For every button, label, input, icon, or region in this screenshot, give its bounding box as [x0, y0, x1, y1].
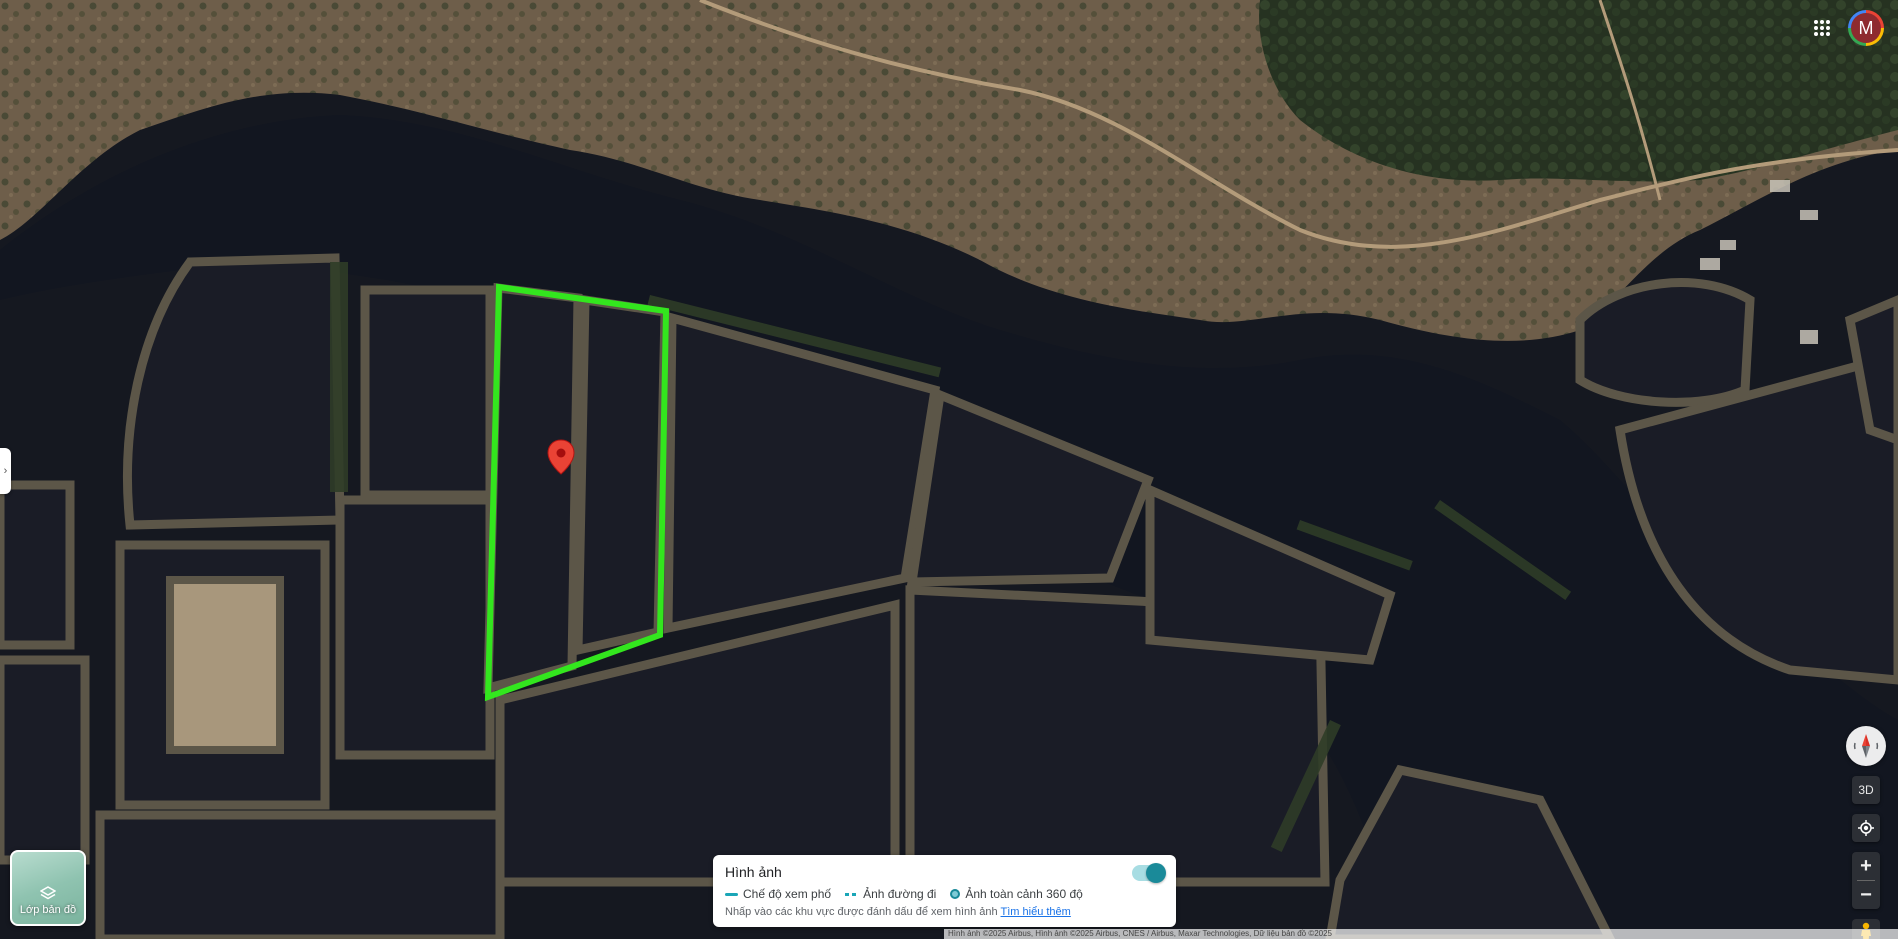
account-avatar[interactable]: M [1848, 10, 1884, 46]
legend-item-road-photos: Ảnh đường đi [845, 887, 936, 901]
map-attribution: Hình ảnh ©2025 Airbus, Hình ảnh ©2025 Ai… [944, 929, 1898, 939]
imagery-legend: Hình ảnh Chế độ xem phố Ảnh đường đi Ảnh… [713, 855, 1176, 927]
tilt-3d-button[interactable]: 3D [1852, 776, 1880, 804]
legend-hint-text: Nhấp vào các khu vực được đánh dấu để xe… [725, 906, 998, 918]
side-panel-toggle[interactable]: › [0, 448, 11, 494]
compass-icon [1853, 734, 1879, 758]
minus-icon: − [1860, 883, 1872, 906]
legend-hint: Nhấp vào các khu vực được đánh dấu để xe… [725, 906, 1164, 918]
plus-icon: + [1860, 854, 1872, 877]
imagery-toggle[interactable] [1132, 863, 1166, 883]
legend-item-street-view: Chế độ xem phố [725, 887, 831, 901]
learn-more-link[interactable]: Tìm hiểu thêm [1001, 906, 1071, 918]
my-location-button[interactable] [1852, 814, 1880, 842]
dot-icon [950, 889, 961, 899]
satellite-imagery [0, 0, 1898, 939]
legend-title: Hình ảnh [725, 864, 782, 880]
legend-item-360-photos: Ảnh toàn cảnh 360 độ [950, 887, 1083, 901]
legend-item-label: Ảnh đường đi [863, 887, 937, 901]
zoom-in-button[interactable]: + [1852, 852, 1880, 880]
zoom-out-button[interactable]: − [1852, 881, 1880, 909]
account-initial: M [1851, 13, 1881, 43]
chevron-right-icon: › [3, 465, 8, 477]
top-right-controls: M [1808, 10, 1884, 46]
toggle-knob [1146, 863, 1166, 883]
layers-button[interactable]: Lớp bản đồ [10, 850, 86, 926]
zoom-controls: + − [1852, 852, 1880, 909]
legend-item-label: Chế độ xem phố [743, 887, 832, 901]
google-apps-button[interactable] [1808, 14, 1836, 42]
legend-item-label: Ảnh toàn cảnh 360 độ [965, 887, 1083, 901]
dashed-line-icon [845, 892, 859, 896]
legend-items: Chế độ xem phố Ảnh đường đi Ảnh toàn cản… [725, 887, 1164, 901]
apps-grid-icon [1814, 20, 1830, 36]
layers-icon [40, 886, 56, 900]
compass-button[interactable] [1846, 726, 1886, 766]
map-canvas[interactable]: › M Lớp bản đồ 3D + − Hình ảnh Chế độ xe… [0, 0, 1898, 939]
map-controls: 3D + − [1846, 726, 1886, 939]
my-location-icon [1858, 820, 1874, 836]
sand-pond [166, 576, 284, 754]
layers-button-label: Lớp bản đồ [19, 904, 77, 916]
solid-line-icon [725, 892, 738, 896]
